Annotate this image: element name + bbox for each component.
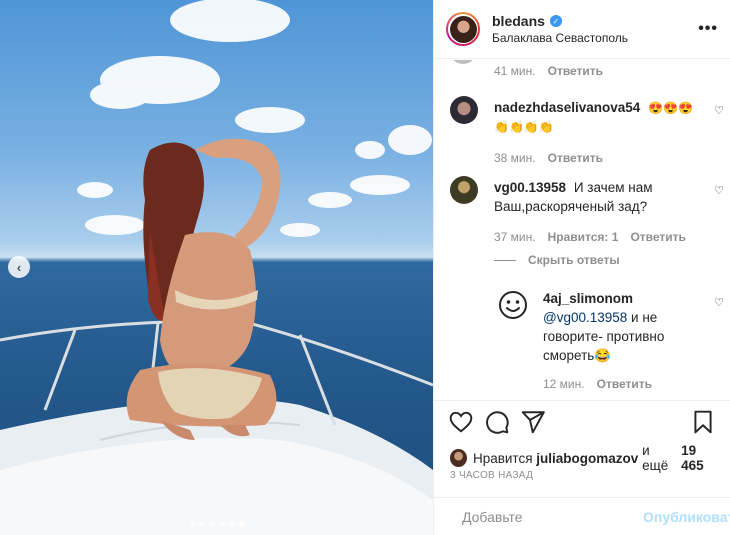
verified-badge-icon: ✓ (549, 15, 562, 27)
avatar[interactable] (450, 96, 478, 124)
comment-meta: 37 мин. Нравится: 1 Ответить (494, 228, 702, 247)
comment-input[interactable] (462, 509, 643, 525)
comment-meta: 41 мин. Ответить (494, 64, 603, 78)
hide-replies-label: Скрыть ответы (528, 253, 620, 267)
carousel-dot (198, 521, 205, 527)
comment-composer: Опубликовать (434, 497, 730, 535)
share-send-icon[interactable] (520, 409, 546, 435)
avatar[interactable] (450, 176, 478, 204)
comment-time: 38 мин. (494, 151, 536, 165)
carousel-dot (188, 521, 195, 527)
reply-username[interactable]: 4aj_slimonom (543, 289, 698, 308)
post-location[interactable]: Балаклава Севастополь (492, 31, 698, 45)
reply-button[interactable]: Ответить (548, 64, 603, 78)
more-horizontal-icon[interactable]: ••• (698, 20, 718, 38)
comment-meta: 38 мин. Ответить (494, 149, 702, 168)
bookmark-icon[interactable] (690, 409, 716, 435)
photo-illustration (0, 0, 433, 535)
comment-text: 😍😍😍 (648, 101, 693, 115)
post-details-panel: bledans ✓ Балаклава Севастополь ••• 41 м… (433, 0, 730, 535)
comment-icon[interactable] (484, 409, 510, 435)
comment-likes[interactable]: Нравится: 1 (548, 228, 619, 247)
comments-list: 41 мин. Ответить nadezhdaselivanova54 😍😍… (434, 60, 730, 400)
smile-icon[interactable] (498, 290, 528, 320)
author-username[interactable]: bledans (492, 13, 545, 29)
comment-time: 12 мин. (543, 377, 585, 391)
post-header: bledans ✓ Балаклава Севастополь ••• (434, 0, 730, 59)
carousel-dot (228, 521, 235, 527)
avatar (449, 60, 477, 64)
likes-mid: и ещё (642, 443, 669, 473)
hide-replies-button[interactable]: Скрыть ответы (494, 253, 620, 267)
reply-button[interactable]: Ответить (630, 228, 685, 247)
likes-count[interactable]: 19 465 (681, 443, 720, 473)
heart-icon[interactable]: ♡ (714, 296, 724, 309)
likes-summary: Нравится juliabogomazov и ещё 19 465 (450, 443, 720, 473)
publish-button[interactable]: Опубликовать (643, 509, 730, 525)
previous-photo-button[interactable]: ‹ (8, 256, 30, 278)
reply-button[interactable]: Ответить (597, 375, 652, 394)
avatar[interactable] (450, 449, 467, 467)
comment-time: 37 мин. (494, 230, 536, 244)
post-photo[interactable]: ‹ (0, 0, 433, 535)
carousel-dot (218, 521, 225, 527)
comment-meta: 12 мин. Ответить (543, 375, 702, 394)
chevron-left-icon: ‹ (16, 259, 22, 275)
reply-button[interactable]: Ответить (548, 149, 603, 168)
like-heart-icon[interactable] (448, 409, 474, 435)
comment-time: 41 мин. (494, 64, 536, 78)
carousel-dot (208, 521, 215, 527)
comment-text: 👏👏👏👏 (494, 120, 554, 134)
carousel-dot-active (238, 521, 245, 527)
heart-icon[interactable]: ♡ (714, 184, 724, 197)
comment-username[interactable]: nadezhdaselivanova54 (494, 100, 640, 115)
comment-username[interactable]: vg00.13958 (494, 180, 566, 195)
post-timestamp[interactable]: 3 ЧАСОВ НАЗАД (450, 470, 533, 481)
post-actions: Нравится juliabogomazov и ещё 19 465 3 Ч… (434, 400, 730, 535)
heart-icon[interactable]: ♡ (714, 104, 724, 117)
carousel-indicator (0, 521, 433, 527)
author-avatar[interactable] (446, 12, 480, 46)
likes-username[interactable]: juliabogomazov (536, 451, 638, 466)
reply-mention[interactable]: @vg00.13958 (543, 310, 627, 325)
likes-prefix: Нравится (472, 450, 533, 466)
